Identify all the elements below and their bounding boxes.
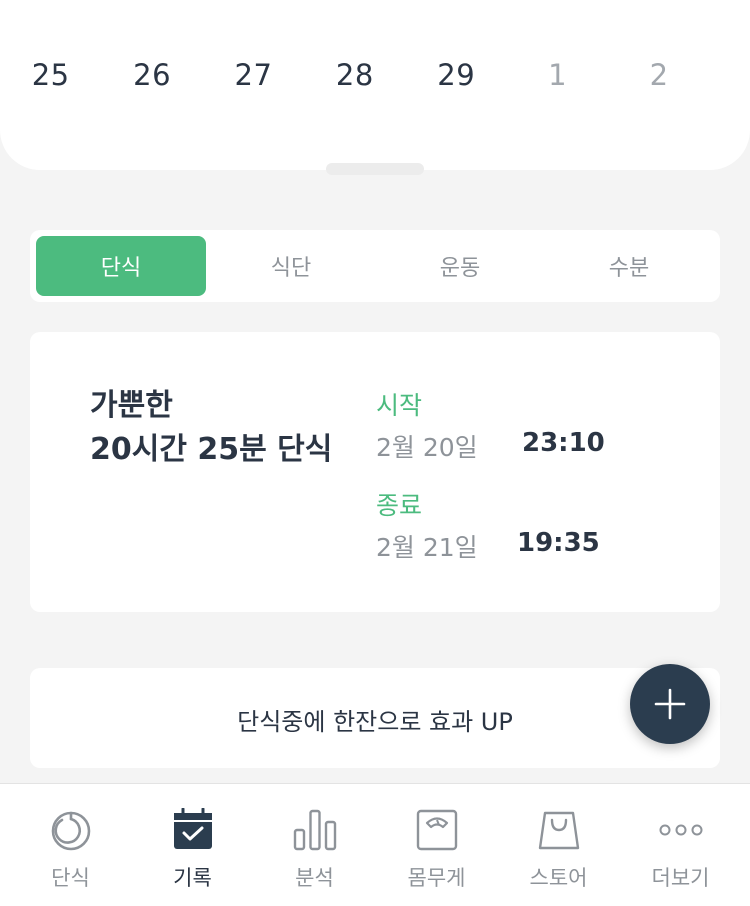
date-cell[interactable]: 28 <box>304 58 405 92</box>
start-date: 2월 20일 <box>376 433 478 462</box>
shopping-bag-icon <box>538 811 580 850</box>
nav-item-more[interactable]: 더보기 <box>618 784 743 906</box>
sheet-drag-handle[interactable] <box>326 163 424 175</box>
nav-label: 기록 <box>173 866 212 890</box>
nav-item-record[interactable]: 기록 <box>130 784 255 906</box>
date-cell[interactable]: 1 <box>507 58 608 92</box>
nav-item-store[interactable]: 스토어 <box>496 784 621 906</box>
tab-water[interactable]: 수분 <box>544 236 714 296</box>
calendar-sheet: 25 26 27 28 29 1 2 <box>0 0 750 175</box>
date-cell[interactable]: 27 <box>203 58 304 92</box>
fasting-title-line1: 가뿐한 <box>90 388 173 423</box>
promo-text: 단식중에 한잔으로 효과 UP <box>237 707 513 736</box>
date-cell[interactable]: 26 <box>101 58 202 92</box>
date-cell[interactable]: 25 <box>0 58 101 92</box>
nav-label: 단식 <box>51 866 90 890</box>
calendar-check-icon <box>174 808 212 849</box>
date-cell[interactable]: 29 <box>406 58 507 92</box>
tab-diet[interactable]: 식단 <box>206 236 376 296</box>
scale-icon <box>416 809 458 851</box>
nav-item-weight[interactable]: 몸무게 <box>374 784 499 906</box>
end-date: 2월 21일 <box>376 533 478 562</box>
start-label: 시작 <box>376 391 423 420</box>
promo-banner[interactable]: 단식중에 한잔으로 효과 UP <box>30 668 720 768</box>
nav-label: 몸무게 <box>407 866 466 890</box>
date-cell[interactable]: 2 <box>608 58 709 92</box>
week-date-row: 25 26 27 28 29 1 2 <box>0 58 750 92</box>
fasting-record-card[interactable]: 가뿐한 20시간 25분 단식 시작 2월 20일 23:10 종료 2월 21… <box>30 332 720 612</box>
add-record-button[interactable] <box>630 664 710 744</box>
app-screen: 25 26 27 28 29 1 2 단식 식단 운동 수분 가뿐한 20시간 … <box>0 0 750 906</box>
bar-chart-icon <box>293 809 337 851</box>
fasting-summary-title: 가뿐한 20시간 25분 단식 <box>90 384 332 472</box>
nav-label: 더보기 <box>651 866 710 890</box>
plus-icon <box>654 688 686 720</box>
nav-label: 분석 <box>295 866 334 890</box>
tab-exercise[interactable]: 운동 <box>375 236 545 296</box>
nav-label: 스토어 <box>529 866 588 890</box>
bottom-navigation: 단식 기록 분석 몸무게 스토어 더보기 <box>0 783 750 906</box>
start-time: 23:10 <box>522 428 605 458</box>
timer-icon <box>51 811 91 851</box>
nav-item-analysis[interactable]: 분석 <box>252 784 377 906</box>
nav-item-fasting[interactable]: 단식 <box>8 784 133 906</box>
record-type-tabs: 단식 식단 운동 수분 <box>30 230 720 302</box>
end-label: 종료 <box>376 491 423 520</box>
more-dots-icon <box>659 824 703 836</box>
tab-fasting[interactable]: 단식 <box>36 236 206 296</box>
fasting-title-line2: 20시간 25분 단식 <box>90 432 333 467</box>
end-time: 19:35 <box>517 528 600 558</box>
